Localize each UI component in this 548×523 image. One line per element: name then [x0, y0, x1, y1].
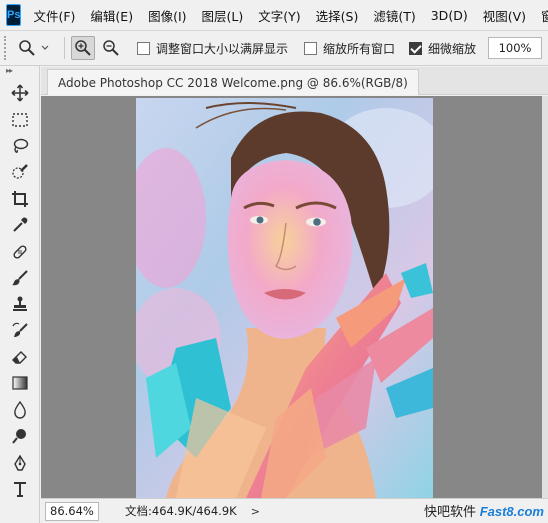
- menu-filter[interactable]: 滤镜(T): [373, 6, 415, 25]
- zoom-tool-icon: [19, 40, 35, 56]
- menu-select[interactable]: 选择(S): [316, 6, 359, 25]
- crop-tool[interactable]: [0, 186, 40, 212]
- canvas-area[interactable]: [41, 96, 548, 498]
- menu-window[interactable]: 窗口: [541, 6, 548, 25]
- history-brush-tool[interactable]: [0, 318, 40, 344]
- watermark-left: 快吧软件: [424, 504, 477, 519]
- gradient-tool[interactable]: [0, 370, 40, 396]
- scrubby-zoom-box[interactable]: [409, 41, 423, 55]
- brush-tool[interactable]: [0, 265, 40, 291]
- menu-bar: Ps 文件(F) 编辑(E) 图像(I) 图层(L) 文字(Y) 选择(S) 滤…: [0, 0, 548, 30]
- lasso-icon: [13, 138, 29, 153]
- site-watermark: 快吧软件 Fast8.com: [424, 501, 544, 520]
- menu-view[interactable]: 视图(V): [483, 6, 526, 25]
- eyedropper-icon: [13, 217, 28, 232]
- clone-stamp-tool[interactable]: [0, 291, 40, 317]
- zoom-all-windows-box[interactable]: [304, 41, 318, 55]
- scrubby-zoom-label: 细微缩放: [428, 41, 477, 56]
- eraser-tool[interactable]: [0, 344, 40, 370]
- menu-edit[interactable]: 编辑(E): [90, 6, 133, 25]
- crop-icon: [12, 190, 28, 207]
- menu-image[interactable]: 图像(I): [148, 6, 186, 25]
- blur-tool[interactable]: [0, 397, 40, 423]
- dodge-tool[interactable]: [0, 423, 40, 449]
- dodge-icon: [12, 429, 26, 444]
- divider: [64, 37, 65, 59]
- type-tool[interactable]: [0, 476, 40, 502]
- status-menu-arrow[interactable]: >: [251, 505, 260, 518]
- eyedropper-tool[interactable]: [0, 212, 40, 238]
- zoom-out-icon: [103, 40, 119, 56]
- menu-type[interactable]: 文字(Y): [258, 6, 300, 25]
- resize-windows-label: 调整窗口大小以满屏显示: [156, 41, 289, 56]
- zoom-100-button[interactable]: 100%: [488, 37, 543, 59]
- watermark-brand: Fast8.com: [479, 504, 544, 519]
- type-icon: [14, 482, 26, 498]
- canvas-right-edge: [542, 96, 548, 498]
- resize-windows-checkbox[interactable]: 调整窗口大小以满屏显示: [137, 40, 288, 57]
- document-image[interactable]: [136, 98, 433, 498]
- zoom-all-windows-label: 缩放所有窗口: [323, 41, 396, 56]
- scrubby-zoom-checkbox[interactable]: 细微缩放: [409, 40, 476, 57]
- portrait-artwork: [136, 98, 433, 498]
- options-grip[interactable]: [4, 36, 10, 60]
- zoom-percentage-field[interactable]: 86.64%: [45, 501, 99, 521]
- move-icon: [11, 84, 29, 102]
- menu-3d[interactable]: 3D(D): [431, 8, 468, 23]
- brush-icon: [12, 270, 28, 286]
- lasso-tool[interactable]: [0, 133, 40, 159]
- document-tab[interactable]: Adobe Photoshop CC 2018 Welcome.png @ 86…: [47, 69, 419, 95]
- menu-file[interactable]: 文件(F): [33, 6, 75, 25]
- zoom-out-button[interactable]: [99, 36, 123, 60]
- quick-select-tool[interactable]: [0, 159, 40, 185]
- blur-icon: [14, 400, 26, 419]
- gradient-icon: [12, 376, 28, 391]
- pen-tool[interactable]: [0, 449, 40, 475]
- collapse-toolbar-icon[interactable]: ▸▸: [0, 66, 39, 80]
- document-tab-bar: Adobe Photoshop CC 2018 Welcome.png @ 86…: [41, 67, 548, 95]
- chevron-down-icon: [41, 45, 49, 50]
- history-brush-icon: [12, 322, 28, 337]
- tools-panel: ▸▸: [0, 66, 40, 523]
- move-tool[interactable]: [0, 80, 40, 106]
- zoom-in-icon: [75, 40, 91, 56]
- healing-tool[interactable]: [0, 238, 40, 264]
- resize-windows-box[interactable]: [137, 41, 150, 55]
- eraser-icon: [12, 351, 27, 364]
- healing-icon: [13, 245, 27, 259]
- document-size-info[interactable]: 文档:464.9K/464.9K: [125, 503, 237, 519]
- marquee-icon: [12, 112, 28, 127]
- pen-icon: [14, 454, 26, 471]
- menu-layer[interactable]: 图层(L): [202, 6, 244, 25]
- options-bar: 调整窗口大小以满屏显示 缩放所有窗口 细微缩放 100%: [0, 30, 548, 66]
- zoom-all-windows-checkbox[interactable]: 缩放所有窗口: [304, 40, 395, 57]
- status-bar: 86.64% 文档:464.9K/464.9K > 快吧软件 Fast8.com: [41, 498, 548, 523]
- tool-preset-picker[interactable]: [18, 39, 50, 57]
- stamp-icon: [13, 296, 27, 312]
- quick-select-icon: [12, 164, 28, 180]
- photoshop-logo[interactable]: Ps: [6, 4, 22, 26]
- marquee-tool[interactable]: [0, 106, 40, 132]
- zoom-in-button[interactable]: [71, 36, 95, 60]
